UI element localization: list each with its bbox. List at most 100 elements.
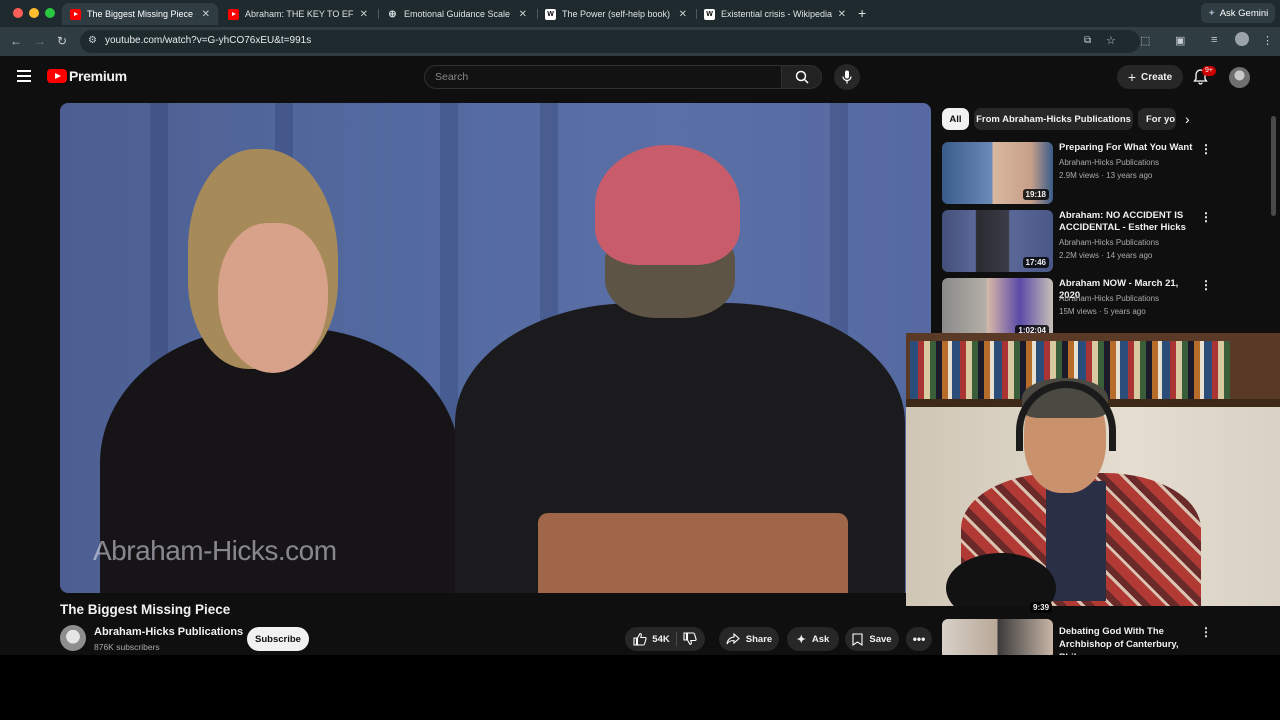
gemini-sparkle-icon: ✦ (1207, 7, 1216, 19)
recommendation-item[interactable]: 17:46 Abraham: NO ACCIDENT IS ACCIDENTAL… (942, 210, 1232, 272)
channel-avatar[interactable] (60, 625, 86, 651)
browser-tab[interactable]: Abraham: THE KEY TO EFFOR ✕ (220, 3, 376, 25)
chevron-right-icon[interactable]: › (1185, 111, 1190, 127)
account-avatar[interactable] (1229, 67, 1250, 88)
video-thumbnail[interactable]: 1:02:04 (942, 278, 1053, 340)
video-thumbnail[interactable] (942, 619, 1053, 655)
side-panel-icon[interactable]: ▣ (1175, 34, 1185, 47)
more-actions-button[interactable]: ••• (906, 627, 932, 651)
video-watermark: Abraham-Hicks.com (93, 535, 337, 566)
tab-title: Emotional Guidance Scale - H (404, 9, 513, 19)
profile-avatar[interactable] (1235, 32, 1249, 46)
recommendation-title[interactable]: Debating God With The Archbishop of Cant… (1059, 625, 1199, 655)
recommendation-channel[interactable]: Abraham-Hicks Publications (1059, 294, 1159, 303)
close-icon[interactable]: ✕ (202, 9, 210, 20)
extensions-icon[interactable]: ⬚ (1140, 34, 1150, 47)
url-text[interactable]: youtube.com/watch?v=G-yhCO76xEU&t=991s (105, 35, 311, 46)
chip-from-channel[interactable]: From Abraham-Hicks Publications (974, 108, 1133, 130)
close-window-button[interactable] (13, 8, 23, 18)
back-arrow-icon[interactable]: ← (10, 34, 22, 48)
recommendation-channel[interactable]: Abraham-Hicks Publications (1059, 158, 1159, 167)
video-player[interactable]: Abraham-Hicks.com (60, 103, 931, 593)
chip-for-you[interactable]: For yo (1138, 108, 1176, 130)
tab-bar: The Biggest Missing Piece - Y ✕ Abraham:… (0, 0, 1280, 27)
address-bar[interactable]: ⚙ youtube.com/watch?v=G-yhCO76xEU&t=991s… (80, 30, 1140, 53)
share-button[interactable]: Share (719, 627, 779, 651)
install-app-icon[interactable]: ⧉ (1084, 35, 1091, 46)
globe-icon: ⊕ (388, 8, 397, 20)
bookmark-star-icon[interactable]: ☆ (1106, 34, 1116, 47)
save-label: Save (869, 633, 892, 645)
recommendation-title[interactable]: Preparing For What You Want (1059, 142, 1199, 154)
tab-title: Abraham: THE KEY TO EFFOR (245, 9, 354, 19)
recommendation-item[interactable]: 1:02:04 Abraham NOW - March 21, 2020 Abr… (942, 278, 1232, 340)
ask-button[interactable]: ✦ Ask (787, 627, 839, 651)
like-dislike-group: 54K (625, 627, 705, 651)
video-thumbnail[interactable]: 19:18 (942, 142, 1053, 204)
more-vert-icon[interactable]: ⋮ (1262, 34, 1273, 47)
new-tab-button[interactable]: + (858, 5, 866, 21)
browser-tab[interactable]: ⊕ Emotional Guidance Scale - H ✕ (379, 3, 535, 25)
forward-arrow-icon[interactable]: → (34, 34, 46, 48)
youtube-icon (228, 8, 239, 20)
video-title: The Biggest Missing Piece (60, 602, 231, 617)
more-vert-icon[interactable]: ⋮ (1200, 625, 1212, 639)
recommendation-item[interactable]: Debating God With The Archbishop of Cant… (942, 619, 1232, 655)
reload-icon[interactable]: ↻ (57, 34, 67, 48)
video-duration: 9:39 (1030, 602, 1053, 613)
subscribe-button[interactable]: Subscribe (247, 627, 309, 651)
browser-tab[interactable]: W Existential crisis - Wikipedia ✕ (696, 3, 854, 25)
page-scrollbar[interactable] (1271, 116, 1276, 216)
notification-badge: 9+ (1202, 66, 1216, 76)
subscriber-count: 876K subscribers (94, 642, 160, 652)
bookmark-icon (852, 632, 863, 646)
create-button[interactable]: + Create (1117, 65, 1183, 89)
chip-all[interactable]: All (942, 108, 969, 130)
recommendation-item[interactable]: 19:18 Preparing For What You Want Abraha… (942, 142, 1232, 204)
site-settings-icon[interactable]: ⚙ (88, 35, 97, 46)
search-input[interactable]: Search (424, 65, 782, 89)
more-horiz-icon: ••• (912, 632, 926, 646)
browser-tab[interactable]: The Biggest Missing Piece - Y ✕ (62, 3, 218, 25)
recommendation-meta: 2.2M views · 14 years ago (1059, 251, 1153, 260)
thumbs-down-icon[interactable] (683, 632, 697, 646)
more-vert-icon[interactable]: ⋮ (1200, 278, 1212, 292)
youtube-premium-logo[interactable]: Premium (47, 68, 127, 84)
save-button[interactable]: Save (845, 627, 899, 651)
minimize-window-button[interactable] (29, 8, 39, 18)
ask-label: Ask (811, 633, 830, 645)
ask-gemini-button[interactable]: ✦ Ask Gemini (1201, 3, 1275, 23)
hamburger-menu-icon[interactable] (17, 70, 31, 82)
sparkle-icon: ✦ (796, 633, 806, 646)
browser-tab[interactable]: W The Power (self-help book) - ✕ (537, 3, 695, 25)
more-vert-icon[interactable]: ⋮ (1200, 210, 1212, 224)
search-placeholder: Search (435, 71, 469, 83)
recommendation-meta: 15M views · 5 years ago (1059, 307, 1146, 316)
video-thumbnail[interactable]: 17:46 (942, 210, 1053, 272)
close-icon[interactable]: ✕ (679, 9, 687, 20)
browser-chrome: The Biggest Missing Piece - Y ✕ Abraham:… (0, 0, 1280, 56)
recommendation-channel[interactable]: Abraham-Hicks Publications (1059, 238, 1159, 247)
browser-toolbar: ← → ↻ ⚙ youtube.com/watch?v=G-yhCO76xEU&… (0, 27, 1280, 56)
close-icon[interactable]: ✕ (838, 9, 846, 20)
video-duration: 17:46 (1022, 257, 1049, 268)
like-button[interactable]: 54K (633, 632, 670, 646)
reading-list-icon[interactable]: ≡ (1211, 34, 1217, 46)
plus-icon: + (1127, 69, 1137, 85)
maximize-window-button[interactable] (45, 8, 55, 18)
recommendation-title[interactable]: Abraham: NO ACCIDENT IS ACCIDENTAL - Est… (1059, 210, 1199, 234)
share-label: Share (745, 633, 773, 645)
video-duration: 19:18 (1022, 189, 1049, 200)
youtube-icon (70, 8, 81, 20)
channel-name[interactable]: Abraham-Hicks Publications (94, 626, 243, 638)
more-vert-icon[interactable]: ⋮ (1200, 142, 1212, 156)
search-button[interactable] (781, 65, 822, 89)
youtube-play-icon (47, 69, 67, 83)
close-icon[interactable]: ✕ (360, 9, 368, 20)
close-icon[interactable]: ✕ (519, 9, 527, 20)
video-figure-face (218, 223, 328, 373)
voice-search-button[interactable] (834, 64, 860, 90)
divider (675, 632, 677, 646)
video-chair (538, 513, 848, 593)
microphone-icon (842, 70, 852, 84)
